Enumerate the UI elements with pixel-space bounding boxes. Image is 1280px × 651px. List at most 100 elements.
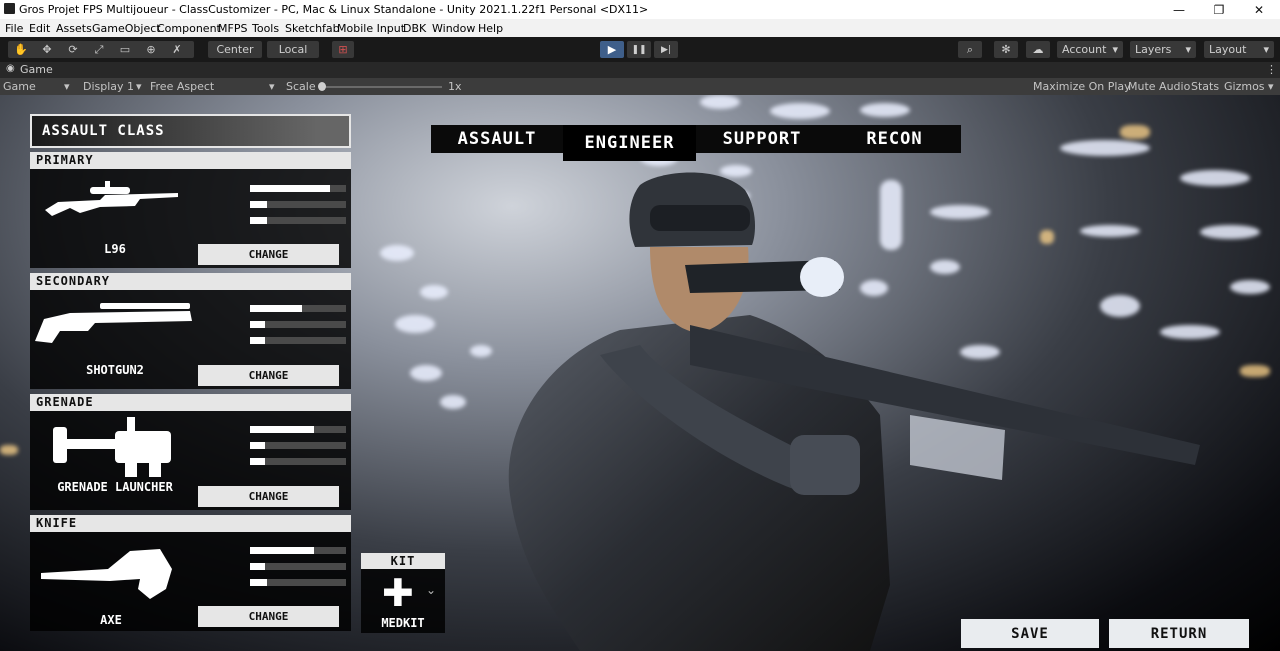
minimize-button[interactable]: — — [1162, 0, 1196, 19]
cloud-button[interactable]: ☁ — [1026, 41, 1050, 58]
scale-slider-track[interactable] — [320, 86, 442, 88]
transform-tool-icon[interactable]: ⊕ — [140, 41, 162, 58]
secondary-section-header: SECONDARY — [30, 273, 351, 290]
editor-toolbar: ✋ ✥ ⟳ ⤢ ▭ ⊕ ✗ Center Local ⊞ ▶ ❚❚ ▶| ⌕ ✻… — [0, 37, 1280, 62]
scale-slider-thumb[interactable] — [318, 82, 326, 91]
layout-label: Layout — [1209, 43, 1247, 56]
play-button[interactable]: ▶ — [600, 41, 624, 58]
grenade-change-button[interactable]: CHANGE — [198, 486, 339, 507]
game-view-controls: Game ▾ Display 1 ▾ Free Aspect ▾ Scale 1… — [0, 78, 1280, 95]
pivot-local-label: Local — [278, 43, 308, 56]
knife-stat-bar-2 — [250, 563, 346, 570]
game-tab[interactable]: Game — [20, 63, 53, 76]
pause-icon: ❚❚ — [631, 44, 647, 55]
menu-file[interactable]: File — [5, 22, 23, 35]
secondary-change-button[interactable]: CHANGE — [198, 365, 339, 386]
knife-stat-bar-3 — [250, 579, 346, 586]
knife-change-button[interactable]: CHANGE — [198, 606, 339, 627]
close-button[interactable]: ✕ — [1242, 0, 1276, 19]
rect-tool-icon[interactable]: ▭ — [114, 41, 136, 58]
menu-sketchfab[interactable]: Sketchfab — [285, 22, 340, 35]
primary-change-button[interactable]: CHANGE — [198, 244, 339, 265]
maximize-button[interactable]: ❐ — [1202, 0, 1236, 19]
scale-value: 1x — [448, 80, 462, 93]
primary-weapon-name: L96 — [104, 242, 126, 256]
services-button[interactable]: ✻ — [994, 41, 1018, 58]
window-title-bar: Gros Projet FPS Multijoueur - ClassCusto… — [0, 0, 1280, 19]
class-title-box: ASSAULT CLASS — [30, 114, 351, 148]
tab-recon[interactable]: RECON — [828, 125, 961, 153]
view-select-chevron-down-icon: ▾ — [64, 80, 70, 93]
menu-mobile-input[interactable]: Mobile Input — [337, 22, 405, 35]
scale-tool-icon[interactable]: ⤢ — [88, 41, 110, 58]
display-chevron-down-icon: ▾ — [136, 80, 142, 93]
kit-item-name: MEDKIT — [381, 616, 425, 630]
primary-section-header: PRIMARY — [30, 152, 351, 169]
menu-assets[interactable]: Assets — [56, 22, 92, 35]
aspect-dropdown[interactable]: Free Aspect ▾ — [147, 78, 279, 95]
primary-stat-bar-1 — [250, 185, 346, 192]
hand-tool-icon[interactable]: ✋ — [10, 41, 32, 58]
medkit-cross-icon: ✚ — [382, 571, 414, 615]
layout-dropdown[interactable]: Layout ▾ — [1204, 41, 1274, 58]
menu-component[interactable]: Component — [157, 22, 221, 35]
secondary-stat-bar-1 — [250, 305, 346, 312]
menu-window[interactable]: Window — [432, 22, 475, 35]
mute-audio-toggle[interactable]: Mute Audio — [1128, 80, 1190, 93]
move-tool-icon[interactable]: ✥ — [36, 41, 58, 58]
class-title: ASSAULT CLASS — [42, 123, 165, 139]
maximize-on-play-toggle[interactable]: Maximize On Play — [1033, 80, 1131, 93]
aspect-chevron-down-icon: ▾ — [269, 80, 275, 93]
primary-stat-bar-3 — [250, 217, 346, 224]
return-button[interactable]: RETURN — [1109, 619, 1249, 648]
secondary-weapon-name: SHOTGUN2 — [86, 363, 144, 377]
grenade-stat-bar-3 — [250, 458, 346, 465]
menu-tools[interactable]: Tools — [252, 22, 279, 35]
stats-toggle[interactable]: Stats — [1191, 80, 1219, 93]
gizmos-chevron-down-icon[interactable]: ▾ — [1268, 80, 1274, 93]
kit-chevron-down-icon[interactable]: ⌄ — [426, 583, 436, 597]
step-button[interactable]: ▶| — [654, 41, 678, 58]
game-viewport[interactable]: ASSAULT CLASS PRIMARY SECONDARY GRENADE … — [0, 95, 1280, 651]
tab-menu-icon[interactable]: ⋮ — [1266, 63, 1277, 76]
display-label: Display 1 — [83, 80, 135, 93]
tab-support[interactable]: SUPPORT — [696, 125, 828, 153]
search-icon: ⌕ — [966, 42, 974, 56]
menu-help[interactable]: Help — [478, 22, 503, 35]
grenade-section-header: GRENADE — [30, 394, 351, 411]
view-select-label: Game — [3, 80, 36, 93]
shotgun-icon — [35, 303, 192, 343]
snap-button[interactable]: ⊞ — [332, 41, 354, 58]
secondary-stat-bar-2 — [250, 321, 346, 328]
save-button[interactable]: SAVE — [961, 619, 1099, 648]
scale-label: Scale — [286, 80, 316, 93]
view-select-dropdown[interactable]: Game ▾ — [0, 78, 76, 95]
aspect-label: Free Aspect — [150, 80, 215, 93]
menu-mfps[interactable]: MFPS — [218, 22, 247, 35]
soldier-character-image — [508, 172, 1200, 651]
knife-stat-bar-1 — [250, 547, 346, 554]
knife-weapon-name: AXE — [100, 613, 122, 627]
account-chevron-down-icon: ▾ — [1112, 43, 1118, 56]
account-dropdown[interactable]: Account ▾ — [1057, 41, 1123, 58]
primary-stat-bar-2 — [250, 201, 346, 208]
pivot-local-toggle[interactable]: Local — [267, 41, 319, 58]
kit-header: KIT — [361, 553, 445, 569]
gizmos-toggle[interactable]: Gizmos — [1224, 80, 1265, 93]
cloud-icon: ☁ — [1032, 43, 1044, 56]
tab-engineer[interactable]: ENGINEER — [563, 125, 696, 161]
menu-dbk[interactable]: DBK — [403, 22, 426, 35]
layers-dropdown[interactable]: Layers ▾ — [1130, 41, 1196, 58]
step-icon: ▶| — [661, 44, 671, 55]
pivot-center-toggle[interactable]: Center — [208, 41, 262, 58]
axe-icon — [41, 549, 172, 599]
menu-gameobject[interactable]: GameObject — [92, 22, 161, 35]
grenade-stat-bar-1 — [250, 426, 346, 433]
display-dropdown[interactable]: Display 1 ▾ — [80, 78, 146, 95]
pause-button[interactable]: ❚❚ — [627, 41, 651, 58]
menu-edit[interactable]: Edit — [29, 22, 50, 35]
search-button[interactable]: ⌕ — [958, 41, 982, 58]
custom-tool-icon[interactable]: ✗ — [166, 41, 188, 58]
tab-assault[interactable]: ASSAULT — [431, 125, 563, 153]
rotate-tool-icon[interactable]: ⟳ — [62, 41, 84, 58]
